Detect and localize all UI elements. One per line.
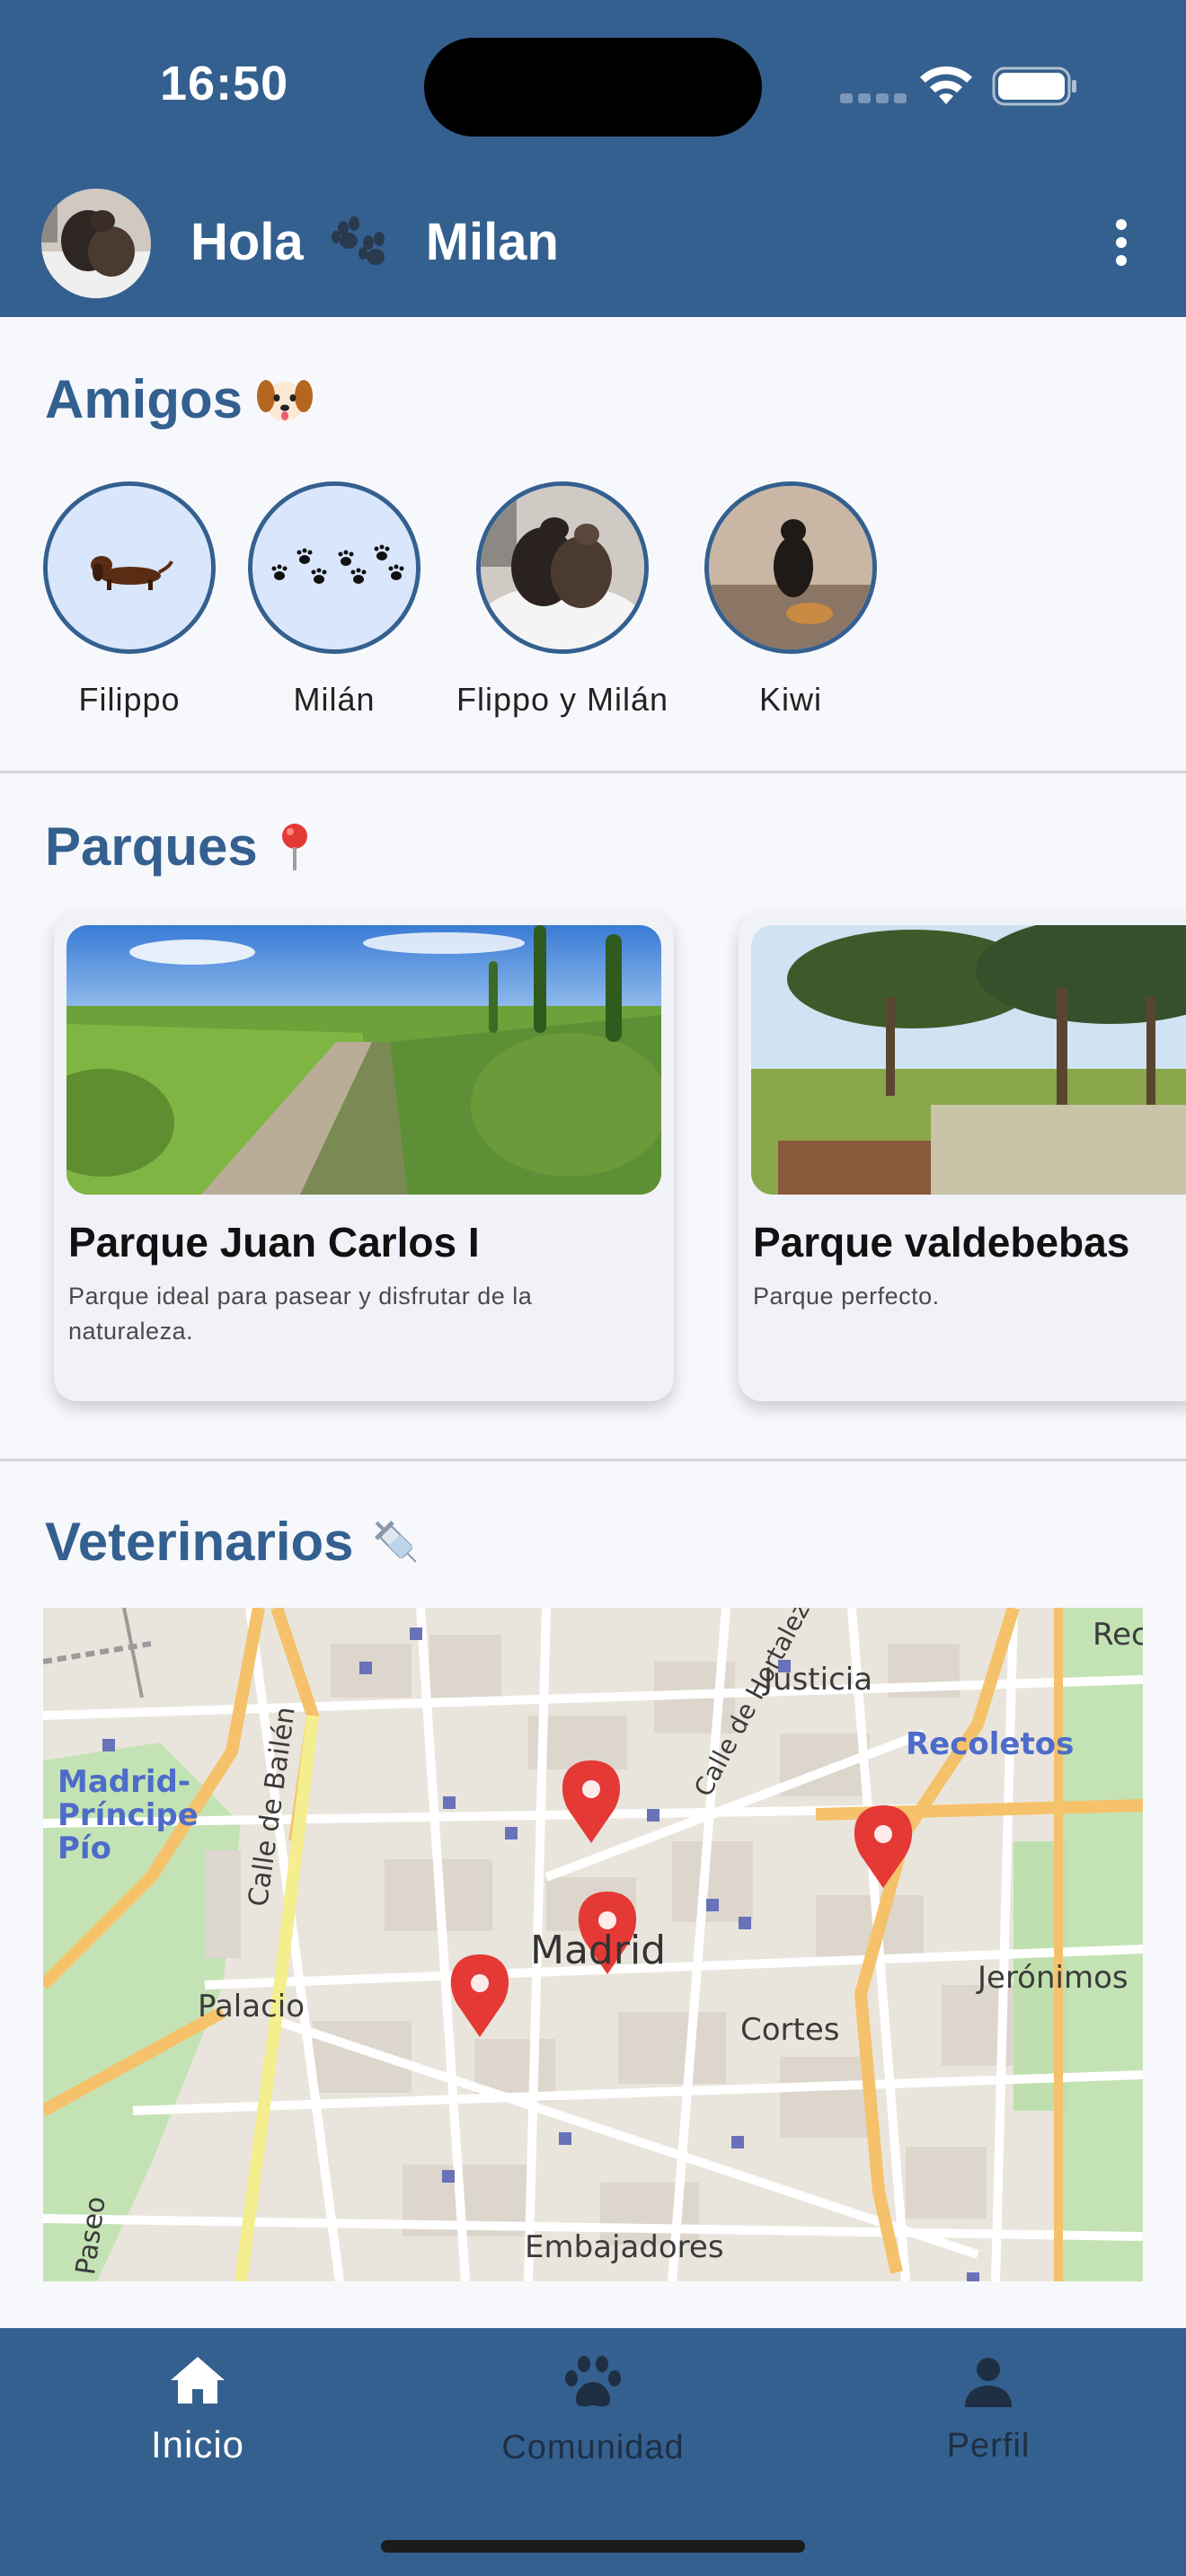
park-photo [751, 925, 1186, 1195]
app-header: 16:50 Hola Milan [0, 0, 1186, 317]
nav-label: Perfil [946, 2427, 1031, 2465]
friends-title: Amigos [45, 369, 243, 429]
vets-map[interactable]: Madrid Justicia Recoletos Madrid- Prínci… [43, 1608, 1143, 2281]
nav-label: Comunidad [501, 2429, 685, 2466]
park-card-valdebebas[interactable]: Parque valdebebas Parque perfecto. [739, 913, 1186, 1401]
map-label-madrid: Madrid [530, 1928, 667, 1973]
friend-item-kiwi[interactable]: Kiwi [674, 481, 907, 719]
vets-section-title: Veterinarios [45, 1511, 424, 1573]
friend-item-milan[interactable]: Milán [217, 481, 451, 719]
nav-item-inicio[interactable]: Inicio [63, 2355, 332, 2466]
nav-item-comunidad[interactable]: Comunidad [458, 2355, 728, 2467]
friend-avatar [248, 481, 420, 654]
section-divider [0, 771, 1186, 773]
map-label-principe-pio: Madrid- Príncipe Pío [58, 1764, 199, 1866]
home-icon [171, 2357, 225, 2404]
nav-item-perfil[interactable]: Perfil [854, 2355, 1123, 2466]
friend-name: Flippo y Milán [456, 681, 669, 718]
map-label-palacio: Palacio [198, 1989, 305, 2025]
parks-section-title: Parques [45, 816, 317, 878]
signal-icon [840, 93, 907, 103]
dynamic-island [424, 38, 762, 137]
friend-avatar [704, 481, 877, 654]
home-indicator[interactable] [381, 2540, 805, 2553]
friend-item-filippo[interactable]: Filippo [13, 481, 246, 719]
park-description: Parque ideal para pasear y disfrutar de … [68, 1283, 533, 1345]
map-label-recoletos: Recoletos [906, 1726, 1075, 1762]
friend-item-flippo-y-milan[interactable]: Flippo y Milán [446, 481, 679, 719]
map-label-cortes: Cortes [740, 2012, 840, 2048]
nav-label: Inicio [150, 2423, 245, 2466]
wifi-icon [920, 66, 972, 104]
map-label-jeronimos: Jerónimos [978, 1960, 1128, 1996]
friend-name: Filippo [78, 681, 181, 718]
friend-avatar [43, 481, 216, 654]
bottom-navigation: Inicio Comunidad Perfil [0, 2328, 1186, 2576]
park-description: Parque perfecto. [753, 1283, 940, 1310]
dog-face-icon [257, 379, 314, 421]
friend-name: Milán [293, 681, 376, 718]
greeting-text: Hola [190, 213, 304, 271]
vets-title: Veterinarios [45, 1512, 354, 1572]
park-name: Parque Juan Carlos I [68, 1219, 480, 1266]
status-time: 16:50 [160, 57, 289, 110]
more-options-icon[interactable] [1111, 219, 1132, 266]
map-label-rec: Rec [1093, 1617, 1143, 1653]
map-pin-icon [281, 823, 307, 870]
person-icon [965, 2358, 1012, 2407]
battery-icon [992, 66, 1076, 106]
park-name: Parque valdebebas [753, 1219, 1130, 1266]
friends-section-title: Amigos [45, 368, 314, 430]
map-label-embajadores: Embajadores [525, 2229, 724, 2265]
user-name: Milan [425, 213, 559, 271]
section-divider [0, 1459, 1186, 1461]
park-card-juan-carlos[interactable]: Parque Juan Carlos I Parque ideal para p… [54, 913, 674, 1401]
park-photo [66, 925, 661, 1195]
paw-icon [331, 216, 385, 265]
paw-icon [565, 2356, 621, 2407]
friend-name: Kiwi [758, 681, 822, 718]
syringe-icon [374, 1520, 417, 1563]
parks-title: Parques [45, 816, 258, 877]
user-avatar[interactable] [41, 189, 151, 298]
greeting: Hola Milan [190, 212, 559, 272]
friend-avatar [476, 481, 649, 654]
